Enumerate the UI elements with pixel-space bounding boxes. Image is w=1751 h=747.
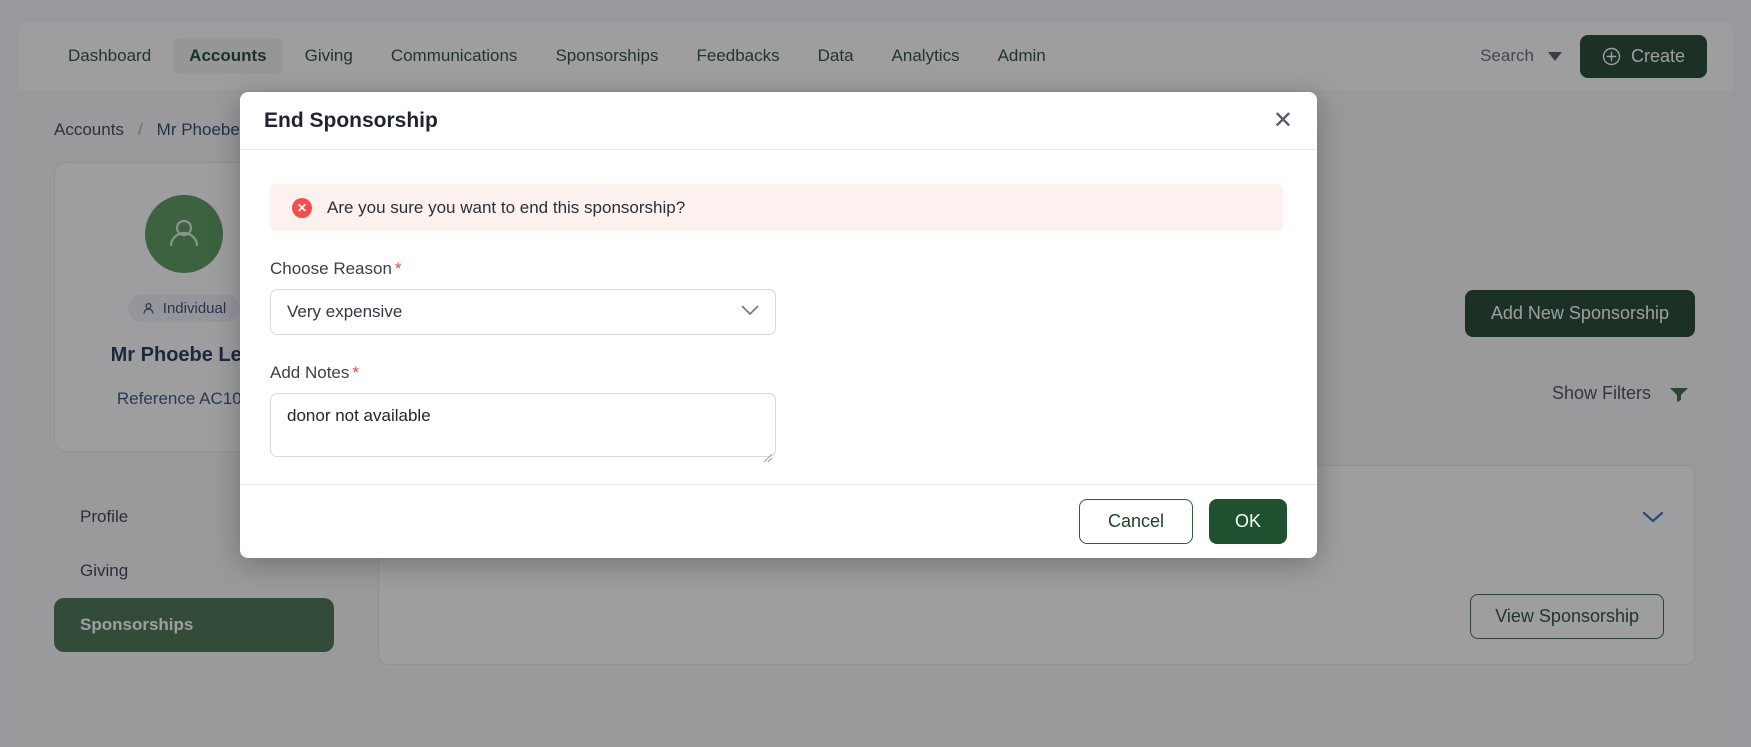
required-marker: * xyxy=(352,363,360,382)
required-marker: * xyxy=(394,259,402,278)
end-sponsorship-modal: End Sponsorship ✕ ✕ Are you sure you wan… xyxy=(240,92,1317,558)
modal-footer: Cancel OK xyxy=(240,484,1317,558)
cancel-button[interactable]: Cancel xyxy=(1078,499,1193,544)
reason-select[interactable]: Very expensive xyxy=(270,289,776,335)
reason-select-value: Very expensive xyxy=(287,302,403,321)
alert-message: Are you sure you want to end this sponso… xyxy=(327,197,686,217)
error-circle-icon: ✕ xyxy=(292,197,312,218)
modal-header: End Sponsorship ✕ xyxy=(240,92,1317,150)
add-notes-label-text: Add Notes xyxy=(270,363,350,382)
chevron-down-icon xyxy=(741,303,759,321)
notes-textarea[interactable] xyxy=(270,393,776,457)
notes-textarea-wrapper xyxy=(270,393,776,463)
ok-button[interactable]: OK xyxy=(1208,499,1287,544)
confirmation-alert: ✕ Are you sure you want to end this spon… xyxy=(270,184,1283,231)
add-notes-field: Add Notes * xyxy=(270,363,1287,463)
modal-body: ✕ Are you sure you want to end this spon… xyxy=(240,150,1317,484)
add-notes-label: Add Notes * xyxy=(270,363,1287,383)
choose-reason-label: Choose Reason * xyxy=(270,259,1287,279)
choose-reason-label-text: Choose Reason xyxy=(270,259,392,278)
app-root: Dashboard Accounts Giving Communications… xyxy=(0,0,1751,747)
modal-title: End Sponsorship xyxy=(264,108,438,132)
close-icon[interactable]: ✕ xyxy=(1273,108,1293,133)
choose-reason-field: Choose Reason * Very expensive xyxy=(270,259,1287,335)
